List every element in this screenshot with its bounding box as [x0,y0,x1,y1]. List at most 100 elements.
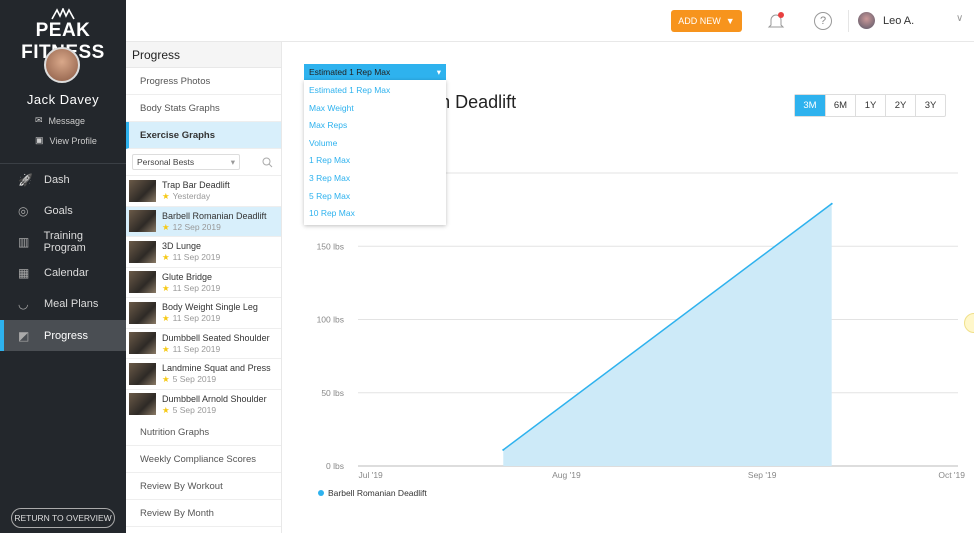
add-new-button[interactable]: ADD NEW ▼ [671,10,742,32]
exercise-item[interactable]: Trap Bar Deadlift ★ Yesterday [126,176,281,207]
message-link[interactable]: ✉ Message [35,115,85,126]
exercise-date: 11 Sep 2019 [172,313,221,324]
filter-value: Personal Bests [137,157,195,167]
exercise-item[interactable]: Body Weight Single Leg ★ 11 Sep 2019 [126,298,281,329]
legend-dot [318,490,324,496]
exercise-item[interactable]: Dumbbell Seated Shoulder ★ 11 Sep 2019 [126,329,281,359]
exercise-item[interactable]: Dumbbell Arnold Shoulder ★ 5 Sep 2019 [126,390,281,420]
exercise-thumbnail [129,271,156,294]
star-icon: ★ [162,221,170,232]
sub-item-weekly-compliance-scores[interactable]: Weekly Compliance Scores [126,446,281,473]
main-content: 0 lbs 50 lbs 100 lbs 150 lbs Jul '19 Aug '19 S… [283,42,974,533]
nav-label: Training Program [43,229,86,254]
exercise-thumbnail [129,179,156,202]
exercise-thumbnail [129,301,156,324]
star-icon: ★ [162,282,170,293]
range-1y[interactable]: 1Y [855,95,885,116]
legend-item[interactable]: Barbell Romanian Deadlift [318,488,427,498]
exercise-list[interactable]: Trap Bar Deadlift ★ Yesterday Barbell Roman… [126,176,281,419]
user-avatar[interactable] [858,12,875,29]
nav-item-goals[interactable]: ◎ Goals [0,195,126,226]
range-3m[interactable]: 3M [795,95,825,116]
rocket-icon: 🚀 [18,172,33,187]
data-point[interactable] [830,202,833,205]
nav-label: Dash [44,173,70,186]
progress-panel: Progress Progress Photos Body Stats Grap… [126,42,282,533]
sub-item-nutrition-graphs[interactable]: Nutrition Graphs [126,419,281,446]
exercise-item[interactable]: 3D Lunge ★ 11 Sep 2019 [126,237,281,268]
exercise-item[interactable]: Barbell Romanian Deadlift ★ 12 Sep 2019 [126,206,281,237]
data-point[interactable] [502,448,505,451]
metric-option[interactable]: Estimated 1 Rep Max [304,82,446,100]
caret-down-icon: ▾ [230,157,235,167]
return-to-overview-button[interactable]: RETURN TO OVERVIEW [11,508,115,528]
chart-icon: ◩ [18,328,30,343]
exercise-date: 5 Sep 2019 [172,404,217,415]
star-icon: ★ [162,343,170,354]
exercise-name: Landmine Squat and Press [162,363,271,374]
star-icon: ★ [162,404,170,415]
add-new-label: ADD NEW [678,16,721,26]
sub-item-review-by-workout[interactable]: Review By Workout [126,473,281,500]
range-3y[interactable]: 3Y [915,95,945,116]
exercise-thumbnail [129,362,156,385]
metric-option[interactable]: 5 Rep Max [304,188,446,206]
metric-option[interactable]: 1 Rep Max [304,152,446,170]
metric-option[interactable]: 10 Rep Max [304,205,446,223]
metric-option[interactable]: Max Weight [304,100,446,118]
bowl-icon: ◡ [18,297,29,312]
exercise-thumbnail [129,332,156,355]
bell-icon[interactable] [766,11,786,31]
x-tick-label: Jul '19 [358,470,383,480]
body-stats-graphs-item[interactable]: Body Stats Graphs [126,95,281,122]
metric-option[interactable]: Max Reps [304,117,446,135]
exercise-name: Dumbbell Arnold Shoulder [162,393,267,404]
exercise-graphs-item[interactable]: Exercise Graphs [126,122,281,149]
nav-label: Calendar [44,267,89,280]
target-icon: ◎ [18,203,29,218]
nav-item-training-program[interactable]: ▥ Training Program [0,226,126,257]
search-icon[interactable] [262,157,273,168]
panel-title: Progress [126,42,281,68]
x-tick-label: Sep '19 [748,470,777,480]
range-2y[interactable]: 2Y [885,95,915,116]
exercise-name: Body Weight Single Leg [162,302,258,313]
avatar[interactable] [44,47,80,83]
metric-option[interactable]: 3 Rep Max [304,170,446,188]
view-profile-link[interactable]: ▣ View Profile [35,135,97,146]
calendar-icon: ▦ [18,266,30,281]
metric-options: Estimated 1 Rep Max Max Weight Max Reps Vol… [304,80,446,225]
chevron-down-icon[interactable]: ∨ [956,13,963,24]
client-name: Jack Davey [26,92,100,107]
help-icon[interactable]: ? [814,12,832,30]
exercise-thumbnail [129,210,156,233]
metric-dropdown[interactable]: Estimated 1 Rep Max ▾ Estimated 1 Rep Max… [304,64,446,225]
metric-option[interactable]: Volume [304,135,446,153]
caret-down-icon: ▼ [725,16,735,26]
nav-item-meal-plans[interactable]: ◡ Meal Plans [0,289,126,320]
divider [848,10,849,32]
nav-item-dash[interactable]: 🚀 Dash [0,164,126,195]
exercise-name: 3D Lunge [162,241,202,252]
x-tick-label: Aug '19 [552,470,581,480]
user-name[interactable]: Leo A. [883,15,914,27]
exercise-date: 11 Sep 2019 [172,282,221,293]
exercise-date: Yesterday [172,191,211,202]
top-bar: ADD NEW ▼ ? Leo A. ∨ [126,0,974,42]
sub-item-review-by-month[interactable]: Review By Month [126,500,281,527]
message-label: Message [48,115,86,126]
range-6m[interactable]: 6M [825,95,855,116]
filter-select[interactable]: Personal Bests ▾ [132,154,240,170]
range-selector: 3M 6M 1Y 2Y 3Y [794,94,946,117]
exercise-item[interactable]: Landmine Squat and Press ★ 5 Sep 2019 [126,359,281,390]
sidebar: PEAK FITNESS Jack Davey ✉Message ▣View P… [0,0,126,533]
exercise-name: Barbell Romanian Deadlift [162,210,267,221]
progress-photos-item[interactable]: Progress Photos [126,68,281,95]
nav-label: Meal Plans [44,298,99,311]
nav-item-calendar[interactable]: ▦ Calendar [0,258,126,289]
exercise-item[interactable]: Glute Bridge ★ 11 Sep 2019 [126,268,281,298]
metric-dropdown-toggle[interactable]: Estimated 1 Rep Max ▾ [304,64,446,80]
nav-item-progress[interactable]: ◩ Progress [0,320,126,351]
mountain-logo-icon [51,8,75,20]
nav-label: Goals [44,204,73,217]
